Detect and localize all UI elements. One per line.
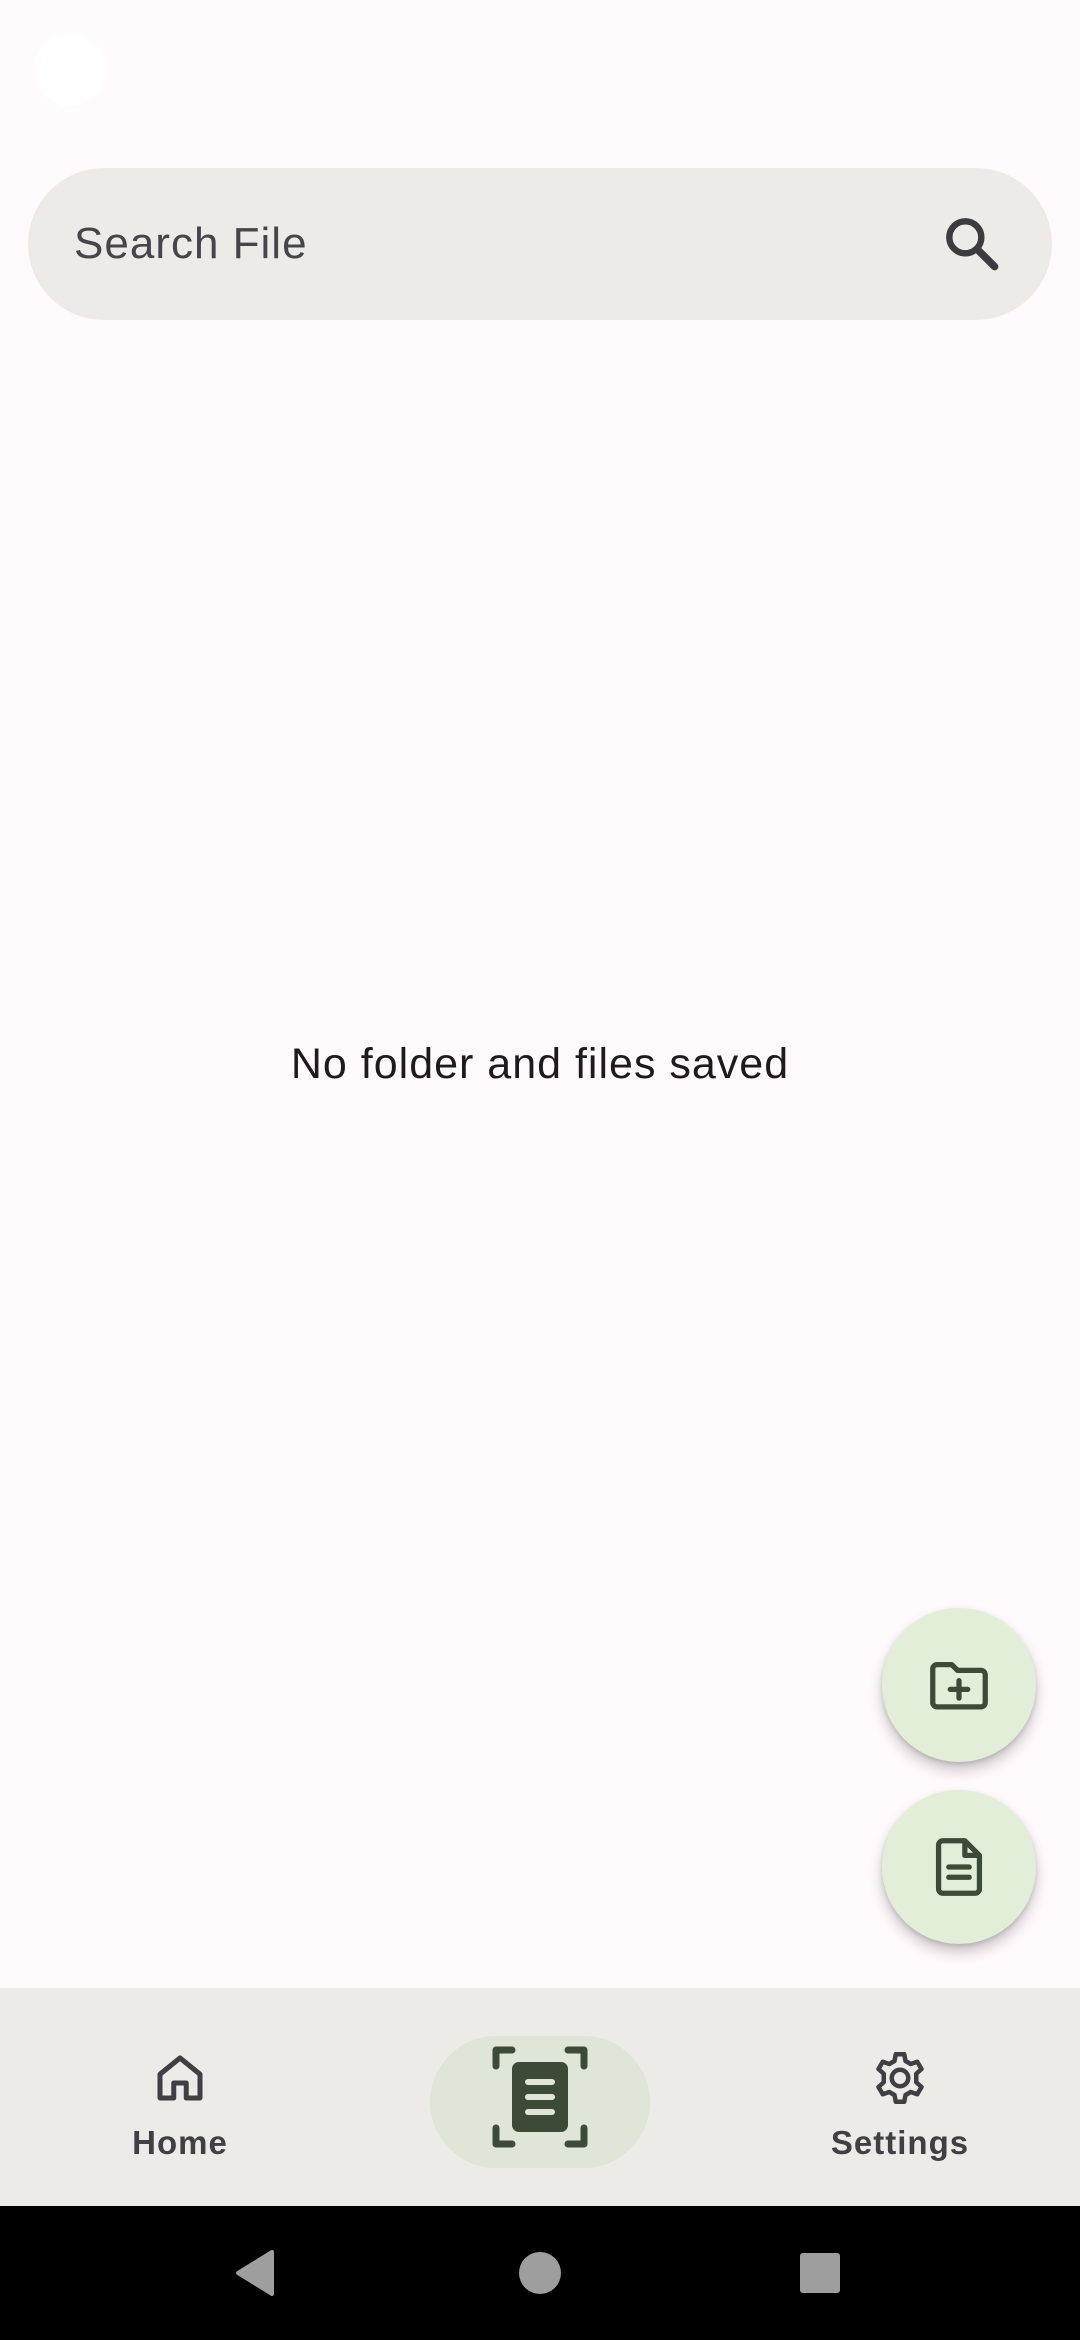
document-icon <box>935 1838 983 1896</box>
status-indicator <box>34 34 106 106</box>
search-icon[interactable] <box>940 212 1004 276</box>
home-button-icon[interactable] <box>510 2206 570 2340</box>
nav-item-scan[interactable] <box>430 2036 650 2168</box>
nav-label-home: Home <box>132 2124 228 2161</box>
new-folder-button[interactable] <box>882 1608 1036 1762</box>
new-document-button[interactable] <box>882 1790 1036 1944</box>
back-icon[interactable] <box>226 2206 286 2340</box>
folder-add-icon <box>930 1661 988 1710</box>
home-icon <box>157 2055 203 2101</box>
status-bar <box>0 0 1080 140</box>
nav-item-settings[interactable]: Settings <box>800 1988 1000 2206</box>
empty-state-message: No folder and files saved <box>290 1040 790 1088</box>
system-navigation-bar <box>0 2206 1080 2340</box>
nav-label-settings: Settings <box>830 2124 970 2161</box>
document-scanner-icon <box>492 2046 588 2148</box>
nav-item-home[interactable]: Home <box>80 1988 280 2206</box>
recents-icon[interactable] <box>790 2206 850 2340</box>
search-bar[interactable]: Search File <box>28 168 1052 320</box>
bottom-navigation: Home Settings <box>0 1988 1080 2206</box>
gear-icon <box>876 2052 924 2104</box>
search-input[interactable]: Search File <box>74 168 308 320</box>
